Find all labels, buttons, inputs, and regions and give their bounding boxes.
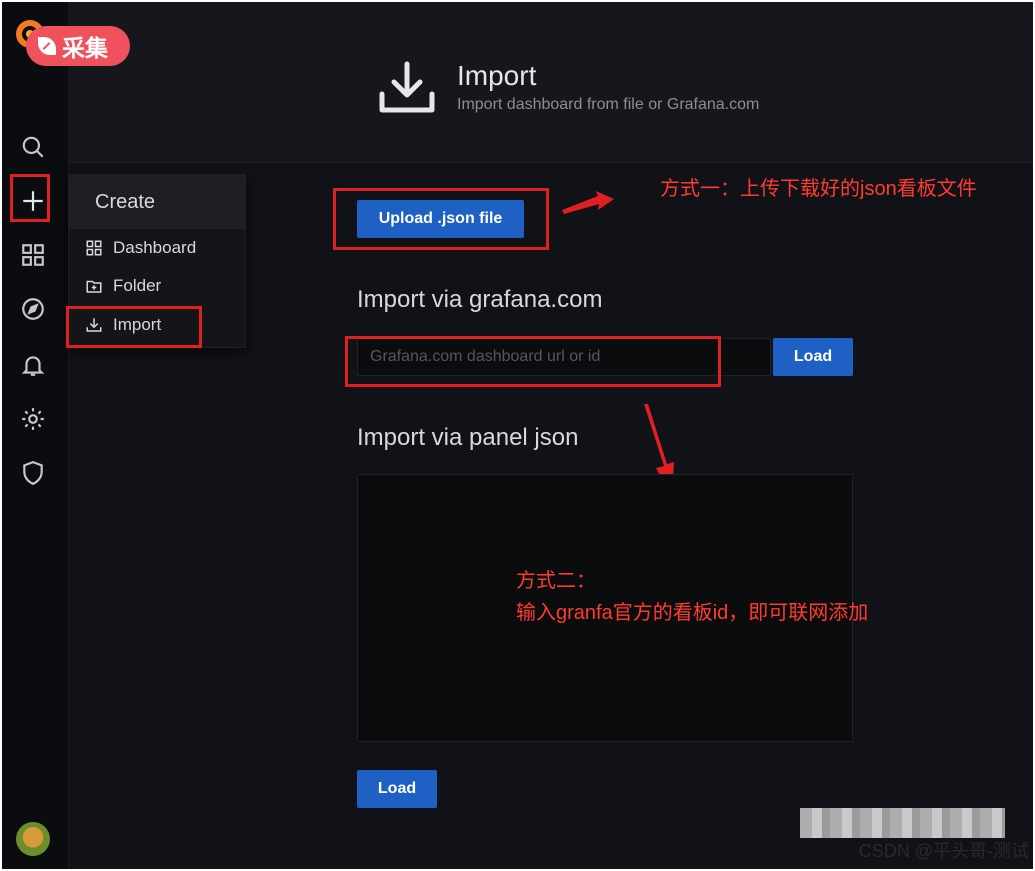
- blurred-area: [800, 808, 1005, 838]
- sidebar: [2, 2, 69, 869]
- menu-item-label: Folder: [113, 276, 162, 295]
- annotation-method-two-line2: 输入granfa官方的看板id，即可联网添加: [516, 602, 869, 624]
- dashboard-icon: [86, 240, 102, 256]
- download-icon: [379, 61, 435, 113]
- create-menu-title: Create: [69, 175, 245, 229]
- badge-label: 采集: [62, 35, 108, 61]
- highlight-upload-box: [333, 188, 549, 250]
- page-header: Import Import dashboard from file or Gra…: [68, 2, 1033, 163]
- section-title-grafana-com: Import via grafana.com: [357, 286, 603, 313]
- configuration-gear-icon[interactable]: [18, 404, 48, 434]
- menu-item-folder[interactable]: Folder: [85, 271, 161, 301]
- load-panel-json-button[interactable]: Load: [357, 770, 437, 808]
- menu-item-label: Dashboard: [113, 238, 197, 257]
- avatar[interactable]: [16, 822, 50, 856]
- highlight-plus-box: [10, 174, 50, 222]
- dashboards-icon[interactable]: [18, 240, 48, 270]
- grafana-window: Import Import dashboard from file or Gra…: [2, 2, 1033, 869]
- search-icon[interactable]: [18, 132, 48, 162]
- section-title-panel-json: Import via panel json: [357, 424, 579, 451]
- watermark: CSDN @平头哥-测试: [858, 841, 1029, 861]
- leaf-icon: [38, 37, 56, 55]
- menu-item-dashboard[interactable]: Dashboard: [85, 233, 196, 263]
- folder-icon: [86, 280, 102, 293]
- arrow-right-icon: [562, 191, 614, 214]
- load-grafana-com-button[interactable]: Load: [773, 338, 853, 376]
- annotation-method-one: 方式一：上传下载好的json看板文件: [660, 178, 977, 200]
- annotation-method-two-line1: 方式二：: [516, 570, 596, 592]
- page-title: Import: [457, 60, 537, 91]
- page-subtitle: Import dashboard from file or Grafana.co…: [457, 96, 760, 113]
- shield-icon[interactable]: [18, 458, 48, 488]
- explore-icon[interactable]: [18, 294, 48, 324]
- alerting-bell-icon[interactable]: [18, 350, 48, 380]
- highlight-import-box: [66, 306, 202, 348]
- collect-badge[interactable]: 采集: [26, 26, 130, 66]
- highlight-url-input-box: [345, 336, 721, 387]
